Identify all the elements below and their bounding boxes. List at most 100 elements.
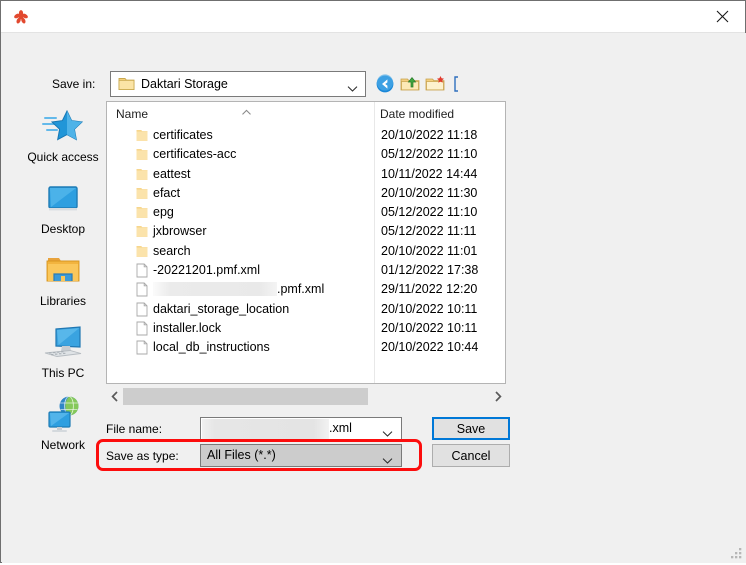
table-row[interactable]: -20221201.pmf.xml 01/12/2022 17:38: [107, 261, 505, 280]
chevron-down-icon: [382, 452, 393, 470]
table-row[interactable]: efact 20/10/2022 11:30: [107, 184, 505, 203]
file-icon: [135, 302, 149, 317]
sidebar-label: This PC: [41, 366, 85, 380]
file-icon: [135, 340, 149, 355]
sidebar-label: Libraries: [39, 294, 87, 308]
table-row[interactable]: eattest 10/11/2022 14:44: [107, 165, 505, 184]
table-row[interactable]: daktari_storage_location 20/10/2022 10:11: [107, 300, 505, 319]
file-name-cell: certificates: [153, 128, 213, 142]
sort-ascending-caret-icon: [241, 103, 252, 115]
save-as-type-combobox[interactable]: All Files (*.*): [200, 444, 402, 467]
sidebar-item-quick-access[interactable]: Quick access: [22, 103, 104, 173]
folder-icon: [118, 76, 135, 92]
file-icon: [135, 321, 149, 336]
create-new-folder-button[interactable]: [424, 73, 446, 95]
table-row[interactable]: jxbrowser 05/12/2022 11:11: [107, 222, 505, 241]
column-header-label: Date modified: [380, 107, 455, 121]
file-name-label: File name:: [106, 422, 163, 436]
chevron-left-icon[interactable]: [106, 388, 123, 405]
file-icon: [135, 282, 149, 297]
close-button[interactable]: [699, 1, 745, 32]
scrollbar-track[interactable]: [123, 388, 489, 405]
column-header-name[interactable]: Name: [111, 102, 374, 126]
file-name-cell: installer.lock: [153, 320, 222, 335]
up-one-level-button[interactable]: [399, 73, 421, 95]
sidebar-label: Desktop: [40, 222, 86, 236]
date-modified-cell: 20/10/2022 10:11: [381, 301, 478, 316]
libraries-folder-icon: [22, 249, 104, 293]
file-name-cell: search: [153, 243, 191, 258]
chevron-down-icon: [347, 80, 358, 98]
sidebar-label: Network: [40, 438, 85, 452]
file-name-cell: epg: [153, 205, 174, 220]
save-in-value: Daktari Storage: [141, 77, 228, 91]
network-globe-icon: [22, 393, 104, 437]
folder-icon: [135, 186, 149, 201]
asterisk-flower-icon: [11, 7, 31, 27]
file-name-cell: efact: [153, 185, 181, 200]
table-row[interactable]: installer.lock 20/10/2022 10:11: [107, 319, 505, 338]
date-modified-cell: 20/10/2022 10:11: [381, 320, 478, 335]
file-name-cell: .pmf.xml: [153, 282, 324, 297]
save-as-type-value: All Files (*.*): [207, 448, 276, 462]
date-modified-cell: 29/11/2022 12:20: [381, 282, 478, 297]
redacted-filename-block: [202, 419, 329, 440]
folder-icon: [135, 167, 149, 182]
desktop-monitor-icon: [22, 177, 104, 221]
folder-icon: [135, 205, 149, 220]
table-row[interactable]: epg 05/12/2022 11:10: [107, 203, 505, 222]
column-header-date-modified[interactable]: Date modified: [375, 102, 505, 126]
navigation-toolbar: [374, 71, 486, 97]
back-button[interactable]: [374, 73, 396, 95]
scrollbar-thumb[interactable]: [123, 388, 368, 405]
file-name-cell: -20221201.pmf.xml: [153, 263, 261, 278]
sidebar-item-network[interactable]: Network: [22, 391, 104, 461]
date-modified-cell: 20/10/2022 11:01: [381, 243, 478, 258]
table-row[interactable]: certificates-acc 05/12/2022 11:10: [107, 145, 505, 164]
date-modified-cell: 20/10/2022 11:30: [381, 185, 478, 200]
redacted-block: [153, 282, 277, 297]
chevron-right-icon[interactable]: [489, 388, 506, 405]
file-name-cell: local_db_instructions: [153, 340, 270, 355]
table-row[interactable]: .pmf.xml 29/11/2022 12:20: [107, 280, 505, 299]
views-icon[interactable]: [449, 73, 471, 95]
file-list[interactable]: Name Date modified certificates 20/10/202…: [106, 101, 506, 384]
save-as-type-label: Save as type:: [106, 449, 179, 463]
date-modified-cell: 05/12/2022 11:11: [381, 224, 477, 239]
sidebar-item-desktop[interactable]: Desktop: [22, 175, 104, 245]
file-name-value: .xml: [329, 421, 352, 435]
folder-icon: [135, 128, 149, 143]
resize-grip-icon[interactable]: [730, 547, 743, 560]
file-icon: [135, 263, 149, 278]
table-row[interactable]: certificates 20/10/2022 11:18: [107, 126, 505, 145]
table-row[interactable]: local_db_instructions 20/10/2022 10:44: [107, 338, 505, 357]
horizontal-scrollbar[interactable]: [106, 388, 506, 405]
date-modified-cell: 01/12/2022 17:38: [381, 263, 479, 278]
save-in-combobox[interactable]: Daktari Storage: [110, 71, 366, 97]
folder-icon: [135, 244, 149, 259]
file-name-cell: certificates-acc: [153, 147, 237, 162]
cancel-button[interactable]: Cancel: [432, 444, 510, 467]
save-as-dialog-window: Save in: Daktari Storage Quick access De…: [0, 0, 746, 563]
save-button[interactable]: Save: [432, 417, 510, 440]
sidebar-label: Quick access: [27, 150, 99, 164]
date-modified-cell: 20/10/2022 11:18: [381, 128, 478, 142]
places-sidebar: Quick access Desktop Libraries This PC N…: [22, 103, 104, 461]
sidebar-item-this-pc[interactable]: This PC: [22, 319, 104, 389]
sidebar-item-libraries[interactable]: Libraries: [22, 247, 104, 317]
file-name-combobox[interactable]: .xml: [200, 417, 402, 440]
folder-icon: [135, 147, 149, 162]
file-name-cell: daktari_storage_location: [153, 301, 290, 316]
dialog-content: Save in: Daktari Storage Quick access De…: [2, 33, 746, 563]
date-modified-cell: 05/12/2022 11:10: [381, 205, 478, 220]
title-bar: [1, 1, 745, 33]
this-pc-icon: [22, 321, 104, 365]
file-name-cell: jxbrowser: [153, 224, 207, 239]
date-modified-cell: 10/11/2022 14:44: [381, 166, 478, 181]
folder-icon: [135, 224, 149, 239]
table-row[interactable]: search 20/10/2022 11:01: [107, 242, 505, 261]
quick-access-star-icon: [22, 105, 104, 149]
date-modified-cell: 05/12/2022 11:10: [381, 147, 478, 162]
save-in-label: Save in:: [52, 77, 96, 91]
file-name-cell: eattest: [153, 166, 191, 181]
